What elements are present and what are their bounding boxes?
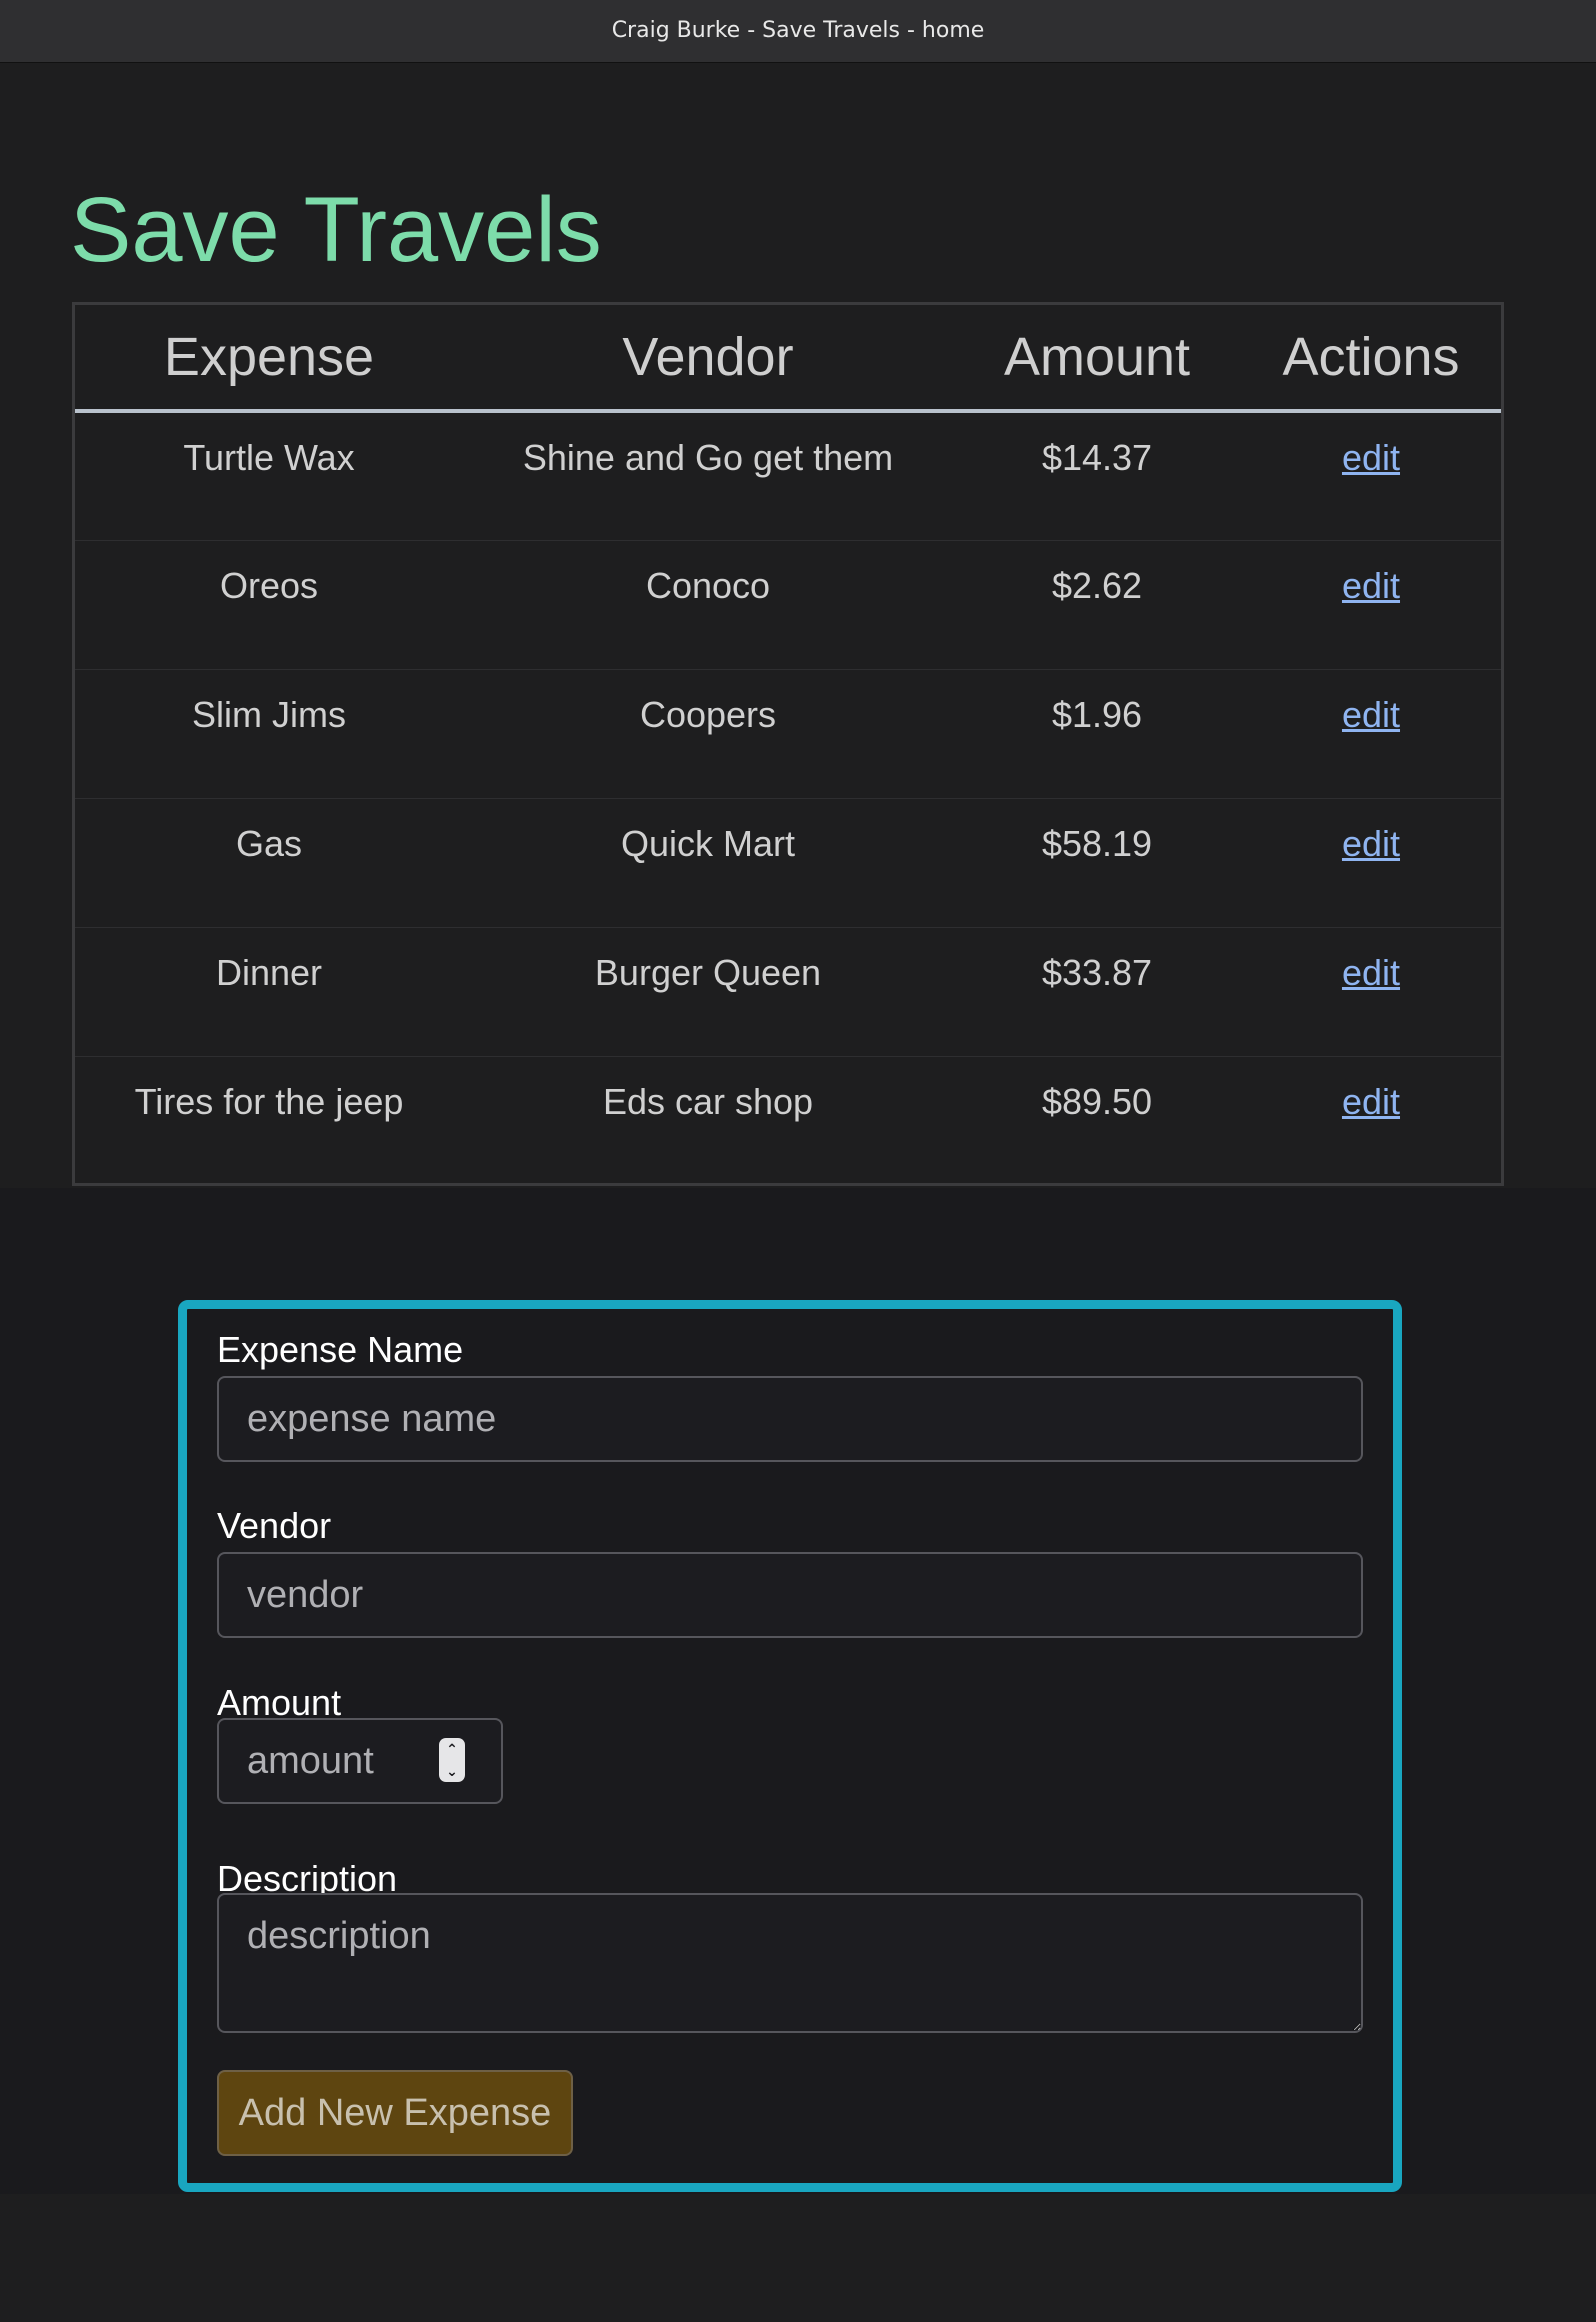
cell-expense: Gas [75,798,463,928]
table-row: Oreos Conoco $2.62 edit [75,540,1501,670]
edit-link[interactable]: edit [1342,694,1400,735]
table-row: Tires for the jeep Eds car shop $89.50 e… [75,1056,1501,1185]
cell-expense: Oreos [75,540,463,670]
expenses-table: Expense Vendor Amount Actions Turtle Wax… [75,305,1501,1185]
cell-vendor: Burger Queen [463,927,953,1057]
cell-actions: edit [1241,1056,1501,1185]
header-vendor: Vendor [463,305,953,413]
cell-expense: Dinner [75,927,463,1057]
expenses-table-container: Expense Vendor Amount Actions Turtle Wax… [72,302,1504,1186]
amount-input[interactable] [219,1720,439,1802]
cell-expense: Slim Jims [75,669,463,799]
description-textarea[interactable] [217,1893,1363,2033]
spinner-arrows-icon[interactable]: ⌃ ⌄ [439,1738,465,1782]
header-expense: Expense [75,305,463,413]
cell-vendor: Eds car shop [602,1080,814,1122]
cell-vendor: Conoco [463,540,953,670]
amount-field: ⌃ ⌄ [217,1718,503,1804]
cell-actions: edit [1241,927,1501,1057]
table-row: Slim Jims Coopers $1.96 edit [75,669,1501,799]
table-header-row: Expense Vendor Amount Actions [75,305,1501,413]
cell-actions: edit [1241,798,1501,928]
cell-vendor: Shine and Go get them [463,411,953,541]
cell-amount: $2.62 [953,540,1241,670]
header-actions: Actions [1241,305,1501,413]
cell-actions: edit [1241,540,1501,670]
cell-amount: $58.19 [953,798,1241,928]
new-expense-form: Expense Name Vendor Amount ⌃ ⌄ Descripti… [178,1300,1402,2192]
edit-link[interactable]: edit [1342,1081,1400,1122]
edit-link[interactable]: edit [1342,565,1400,606]
cell-expense: Tires for the jeep [134,1080,404,1122]
add-new-expense-button[interactable]: Add New Expense [217,2070,573,2156]
cell-expense: Turtle Wax [75,411,463,541]
vendor-label: Vendor [217,1505,332,1546]
header-amount: Amount [953,305,1241,413]
cell-amount: $89.50 [1041,1080,1153,1122]
edit-link[interactable]: edit [1342,437,1400,478]
edit-link[interactable]: edit [1342,823,1400,864]
expense-name-label: Expense Name [217,1329,464,1370]
chevron-up-icon[interactable]: ⌃ [439,1738,465,1760]
cell-amount: $1.96 [953,669,1241,799]
content-bottom [0,2194,1596,2322]
cell-actions: edit [1241,669,1501,799]
edit-link[interactable]: edit [1342,952,1400,993]
cell-amount: $33.87 [953,927,1241,1057]
window-title: Craig Burke - Save Travels - home [611,18,985,43]
vendor-input[interactable] [217,1552,1363,1638]
table-row: Gas Quick Mart $58.19 edit [75,798,1501,928]
window-titlebar: Craig Burke - Save Travels - home [0,0,1596,63]
page-title: Save Travels [70,179,602,281]
expense-name-input[interactable] [217,1376,1363,1462]
table-row: Dinner Burger Queen $33.87 edit [75,927,1501,1057]
cell-vendor: Quick Mart [463,798,953,928]
cell-actions: edit [1241,411,1501,541]
table-row: Turtle Wax Shine and Go get them $14.37 … [75,411,1501,541]
cell-amount: $14.37 [953,411,1241,541]
cell-vendor: Coopers [463,669,953,799]
chevron-down-icon[interactable]: ⌄ [439,1760,465,1782]
